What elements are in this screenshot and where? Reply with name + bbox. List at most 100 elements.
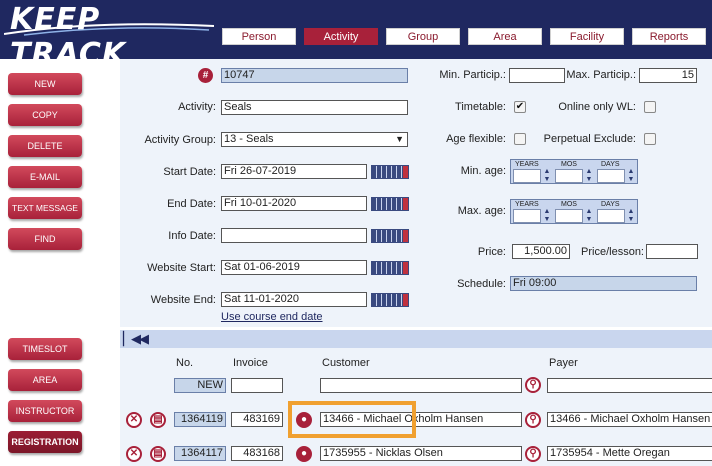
email-button[interactable]: E-MAIL — [8, 166, 82, 188]
person-icon[interactable]: ● — [296, 446, 312, 462]
tab-reports[interactable]: Reports — [632, 28, 706, 45]
column-header-no: No. — [176, 357, 194, 369]
activity-id-field: 10747 — [221, 68, 408, 83]
min-age-picker[interactable]: YEARS MOS DAYS ▲ ▼ ▲ ▼ ▲ ▼ — [510, 159, 638, 184]
customer-search-icon[interactable]: ⚲ — [525, 377, 541, 393]
start-date-field[interactable]: Fri 26-07-2019 — [221, 164, 367, 179]
tab-group[interactable]: Group — [386, 28, 460, 45]
customer-search-icon[interactable]: ⚲ — [525, 446, 541, 462]
min-particip-label: Min. Particip.: — [439, 69, 506, 81]
first-page-icon[interactable]: ▏◀◀ — [123, 331, 149, 347]
calendar-icon[interactable] — [371, 293, 409, 307]
tab-area[interactable]: Area — [468, 28, 542, 45]
new-payer-field[interactable] — [547, 378, 712, 393]
max-age-picker[interactable]: YEARS MOS DAYS ▲ ▼ ▲ ▼ ▲ ▼ — [510, 199, 638, 224]
months-field[interactable] — [555, 209, 583, 223]
age-flexible-checkbox[interactable] — [514, 133, 526, 145]
print-icon[interactable]: ▤ — [150, 412, 166, 428]
spinner-icon[interactable]: ▲ ▼ — [584, 208, 594, 224]
registration-number: 1364119 — [174, 412, 226, 427]
schedule-field: Fri 09:00 — [510, 276, 697, 291]
months-label: MOS — [561, 161, 577, 168]
calendar-icon[interactable] — [371, 165, 409, 179]
timetable-label: Timetable: — [455, 101, 506, 113]
dropdown-arrow-icon: ▼ — [395, 134, 404, 144]
registration-button[interactable]: REGISTRATION — [8, 431, 82, 453]
years-field[interactable] — [513, 169, 541, 183]
payer-field[interactable]: 1735954 - Mette Oregan — [547, 446, 712, 461]
days-label: DAYS — [601, 161, 620, 168]
activity-group-select[interactable]: 13 - Seals ▼ — [221, 132, 408, 147]
area-button[interactable]: AREA — [8, 369, 82, 391]
invoice-number[interactable]: 483168 — [231, 446, 283, 461]
customer-field[interactable]: 1735955 - Nicklas Olsen — [320, 446, 522, 461]
max-age-label: Max. age: — [457, 205, 506, 217]
keep-track-logo: KEEP TRACK — [4, 2, 214, 72]
spinner-icon[interactable]: ▲ ▼ — [626, 168, 636, 184]
delete-button[interactable]: DELETE — [8, 135, 82, 157]
calendar-icon[interactable] — [371, 197, 409, 211]
calendar-icon[interactable] — [371, 261, 409, 275]
perpetual-exclude-checkbox[interactable] — [644, 133, 656, 145]
spinner-icon[interactable]: ▲ ▼ — [584, 168, 594, 184]
spinner-icon[interactable]: ▲ ▼ — [542, 168, 552, 184]
years-field[interactable] — [513, 209, 541, 223]
activity-name-field[interactable]: Seals — [221, 100, 408, 115]
schedule-label: Schedule: — [457, 278, 506, 290]
spinner-icon[interactable]: ▲ ▼ — [542, 208, 552, 224]
find-button[interactable]: FIND — [8, 228, 82, 250]
print-icon[interactable]: ▤ — [150, 446, 166, 462]
price-per-lesson-label: Price/lesson: — [581, 246, 644, 258]
price-field[interactable]: 1,500.00 — [512, 244, 570, 259]
app-header: KEEP TRACK Person Activity Group Area Fa… — [0, 0, 712, 72]
new-customer-field[interactable] — [320, 378, 522, 393]
min-age-label: Min. age: — [460, 165, 506, 177]
column-header-invoice: Invoice — [233, 357, 268, 369]
text-message-button[interactable]: TEXT MESSAGE — [8, 197, 82, 219]
new-row-label: NEW — [174, 378, 226, 393]
days-field[interactable] — [597, 169, 625, 183]
days-label: DAYS — [601, 201, 620, 208]
instructor-button[interactable]: INSTRUCTOR — [8, 400, 82, 422]
age-flexible-label: Age flexible: — [446, 133, 506, 145]
info-date-label: Info Date: — [168, 230, 216, 242]
payer-field[interactable]: 13466 - Michael Oxholm Hansen — [547, 412, 712, 427]
months-field[interactable] — [555, 169, 583, 183]
spinner-icon[interactable]: ▲ ▼ — [626, 208, 636, 224]
perpetual-exclude-label: Perpetual Exclude: — [543, 133, 636, 145]
end-date-field[interactable]: Fri 10-01-2020 — [221, 196, 367, 211]
website-end-label: Website End: — [150, 294, 216, 306]
tab-activity[interactable]: Activity — [304, 28, 378, 45]
remove-row-icon[interactable]: ✕ — [126, 412, 142, 428]
tab-person[interactable]: Person — [222, 28, 296, 45]
min-particip-field[interactable] — [509, 68, 565, 83]
max-particip-field[interactable]: 15 — [639, 68, 697, 83]
online-wl-checkbox[interactable] — [644, 101, 656, 113]
new-button[interactable]: NEW — [8, 73, 82, 95]
hash-icon: # — [198, 68, 213, 83]
new-invoice-field[interactable] — [231, 378, 283, 393]
invoice-number[interactable]: 483169 — [231, 412, 283, 427]
registration-number: 1364117 — [174, 446, 226, 461]
timeslot-button[interactable]: TIMESLOT — [8, 338, 82, 360]
column-header-customer: Customer — [322, 357, 370, 369]
calendar-icon[interactable] — [371, 229, 409, 243]
remove-row-icon[interactable]: ✕ — [126, 446, 142, 462]
months-label: MOS — [561, 201, 577, 208]
start-date-label: Start Date: — [163, 166, 216, 178]
website-start-field[interactable]: Sat 01-06-2019 — [221, 260, 367, 275]
tab-facility[interactable]: Facility — [550, 28, 624, 45]
copy-button[interactable]: COPY — [8, 104, 82, 126]
price-label: Price: — [477, 246, 506, 258]
customer-search-icon[interactable]: ⚲ — [525, 412, 541, 428]
price-per-lesson-field[interactable] — [646, 244, 698, 259]
timetable-checkbox[interactable]: ✔ — [514, 101, 526, 113]
days-field[interactable] — [597, 209, 625, 223]
info-date-field[interactable] — [221, 228, 367, 243]
activity-group-value: 13 - Seals — [224, 133, 274, 145]
website-end-field[interactable]: Sat 11-01-2020 — [221, 292, 367, 307]
activity-group-label: Activity Group: — [144, 134, 216, 146]
years-label: YEARS — [515, 201, 539, 208]
end-date-label: End Date: — [167, 198, 216, 210]
use-course-end-date-link[interactable]: Use course end date — [221, 311, 323, 323]
